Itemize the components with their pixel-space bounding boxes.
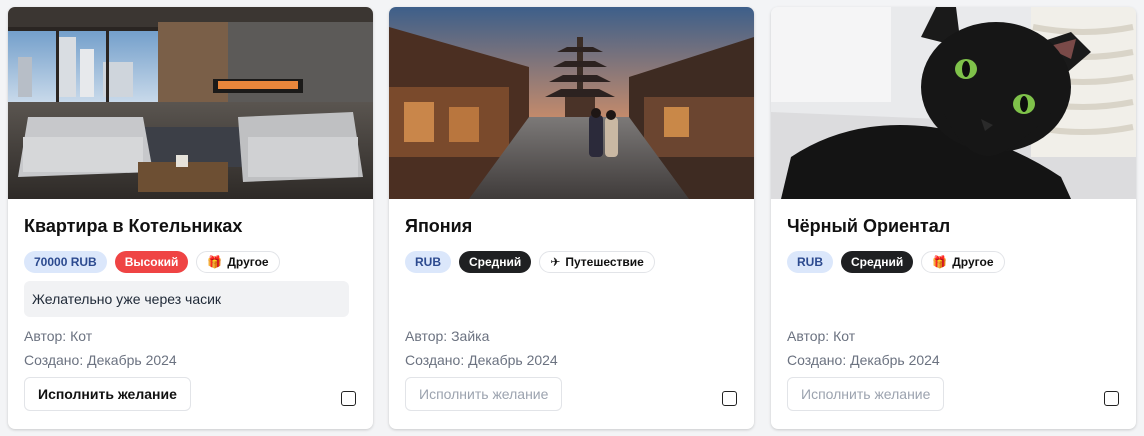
wish-author: Автор: Кот xyxy=(24,328,93,344)
priority-badge: Средний xyxy=(459,251,532,273)
wish-tags: RUB Средний 🎁 Другое xyxy=(787,251,1005,273)
wish-grid: Квартира в Котельниках 70000 RUB Высокий… xyxy=(0,0,1144,436)
priority-badge: Средний xyxy=(841,251,914,273)
wish-photo-cat xyxy=(771,7,1136,199)
wish-author: Автор: Зайка xyxy=(405,328,490,344)
select-checkbox[interactable] xyxy=(341,391,356,406)
wish-photo-apartment xyxy=(8,7,373,199)
wish-created-date: Создано: Декабрь 2024 xyxy=(787,352,940,368)
wish-note: Желательно уже через часик xyxy=(24,281,349,317)
wish-title: Чёрный Ориентал xyxy=(787,216,951,236)
wish-tags: RUB Средний ✈ Путешествие xyxy=(405,251,655,273)
wish-title: Квартира в Котельниках xyxy=(24,216,243,236)
select-checkbox[interactable] xyxy=(722,391,737,406)
wish-card: Квартира в Котельниках 70000 RUB Высокий… xyxy=(8,7,373,429)
airplane-icon: ✈ xyxy=(550,255,561,269)
wish-created-date: Создано: Декабрь 2024 xyxy=(24,352,177,368)
gift-icon: 🎁 xyxy=(932,255,948,269)
fulfill-wish-button[interactable]: Исполнить желание xyxy=(405,377,563,411)
fulfill-wish-button[interactable]: Исполнить желание xyxy=(24,377,191,411)
category-badge: 🎁 Другое xyxy=(921,251,1005,273)
category-label: Другое xyxy=(227,255,269,269)
wish-created-date: Создано: Декабрь 2024 xyxy=(405,352,558,368)
price-badge: 70000 RUB xyxy=(24,251,107,273)
wish-title: Япония xyxy=(405,216,473,236)
gift-icon: 🎁 xyxy=(207,255,223,269)
priority-badge: Высокий xyxy=(114,251,189,273)
price-badge: RUB xyxy=(787,251,833,273)
category-label: Другое xyxy=(952,255,994,269)
wish-photo-japan xyxy=(389,7,754,199)
category-badge: ✈ Путешествие xyxy=(539,251,655,273)
wish-card: Чёрный Ориентал RUB Средний 🎁 Другое Авт… xyxy=(771,7,1136,429)
category-label: Путешествие xyxy=(565,255,644,269)
select-checkbox[interactable] xyxy=(1104,391,1119,406)
wish-tags: 70000 RUB Высокий 🎁 Другое xyxy=(24,251,280,273)
price-badge: RUB xyxy=(405,251,451,273)
fulfill-wish-button[interactable]: Исполнить желание xyxy=(787,377,945,411)
wish-card: Япония RUB Средний ✈ Путешествие Автор: … xyxy=(389,7,754,429)
wish-author: Автор: Кот xyxy=(787,328,856,344)
category-badge: 🎁 Другое xyxy=(196,251,280,273)
